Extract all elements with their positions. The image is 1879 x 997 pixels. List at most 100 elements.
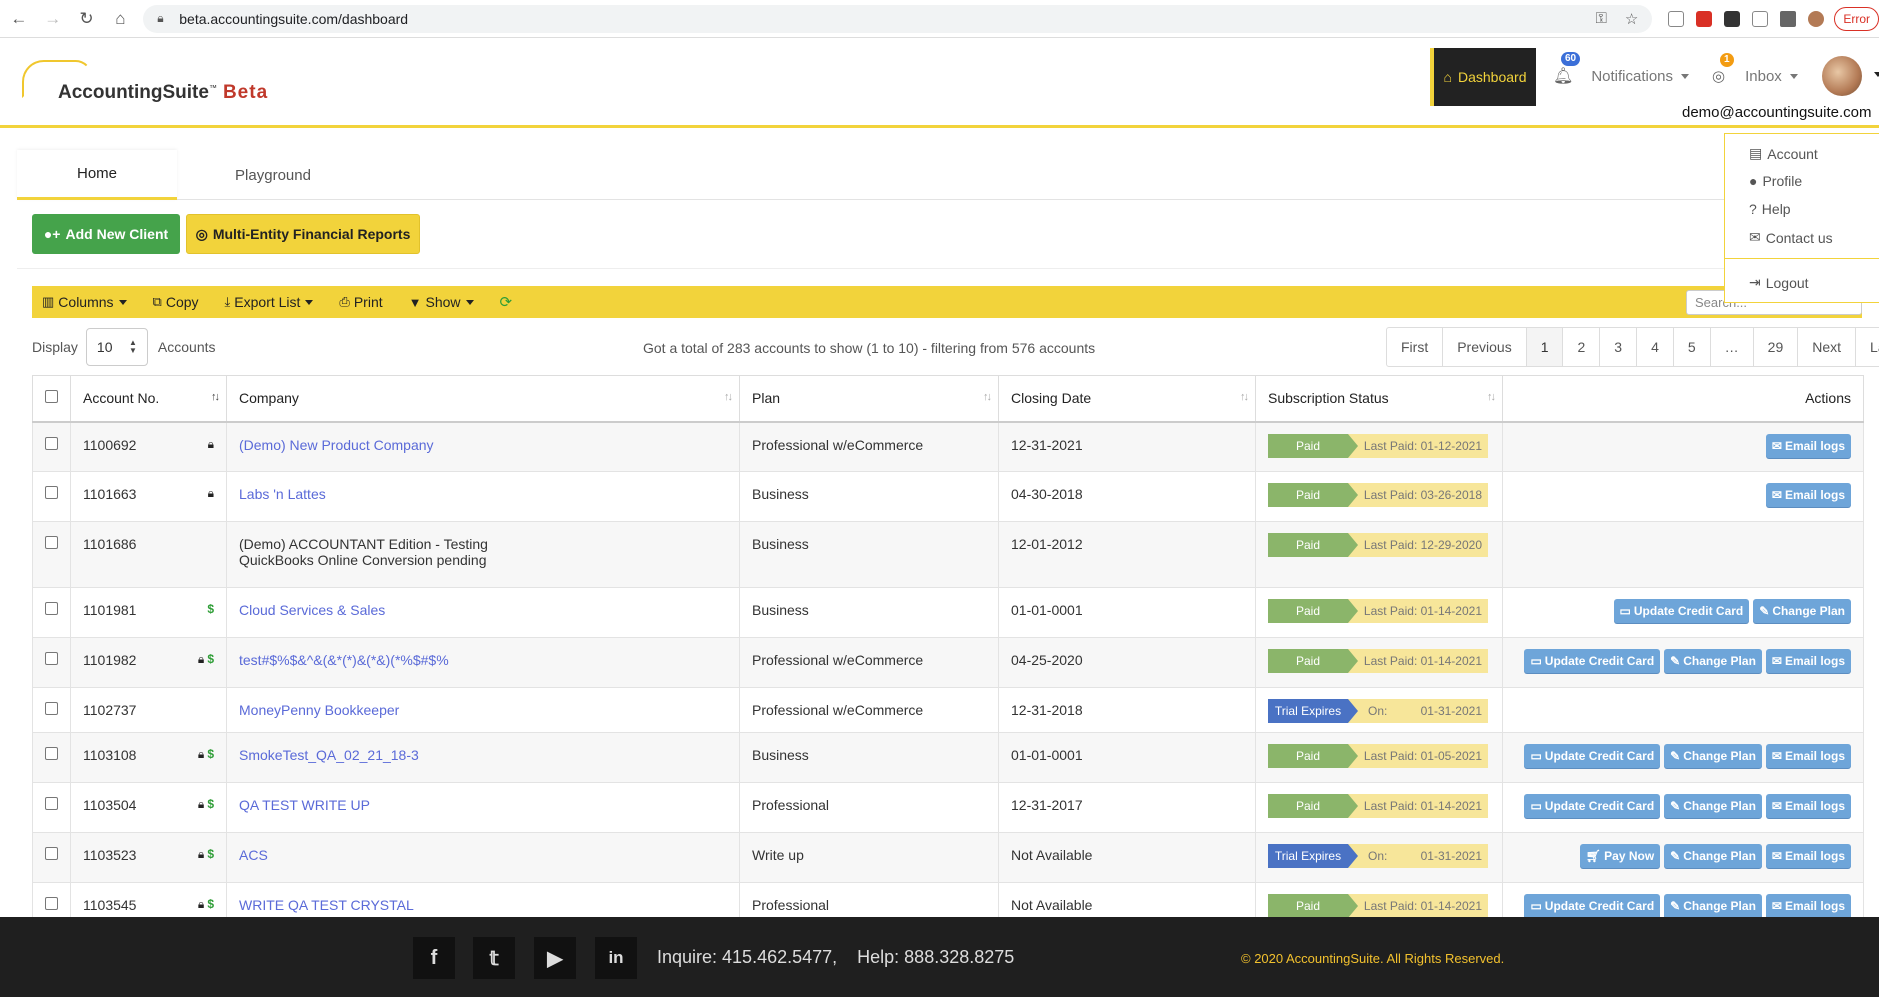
row-checkbox[interactable] (45, 747, 58, 760)
company-link[interactable]: Cloud Services & Sales (239, 602, 385, 618)
menu-item-contact[interactable]: ✉ Contact us (1749, 229, 1833, 246)
page-1[interactable]: 1 (1526, 328, 1564, 366)
brand-logo[interactable]: AccountingSuite™ Beta (22, 56, 267, 106)
page-first[interactable]: First (1387, 328, 1444, 366)
inbox-menu[interactable]: ◎ 1 Inbox (1712, 53, 1798, 88)
address-bar[interactable]: 🔒︎ beta.accountingsuite.com/dashboard ⚿ … (143, 4, 1653, 33)
key-icon[interactable]: ⚿ (1595, 10, 1606, 28)
company-link[interactable]: QA TEST WRITE UP (239, 797, 370, 813)
company-link[interactable]: WRITE QA TEST CRYSTAL (239, 897, 414, 913)
update-credit-card-button[interactable]: ▭ Update Credit Card (1524, 794, 1661, 818)
profile-avatar[interactable] (1808, 10, 1825, 27)
notifications-menu[interactable]: 🔔︎ 60 Notifications (1553, 52, 1690, 88)
row-checkbox[interactable] (45, 486, 58, 499)
pdf-extension-icon[interactable] (1752, 10, 1769, 27)
row-checkbox[interactable] (45, 847, 58, 860)
multi-entity-reports-button[interactable]: ◎ Multi-Entity Financial Reports (186, 214, 420, 254)
page-4[interactable]: 4 (1637, 328, 1674, 366)
page-3[interactable]: 3 (1600, 328, 1638, 366)
page-previous[interactable]: Previous (1443, 328, 1527, 366)
col-plan[interactable]: Plan ↑↓ (739, 375, 999, 423)
company-link[interactable]: SmokeTest_QA_02_21_18-3 (239, 747, 419, 763)
email-logs-button[interactable]: ✉ Email logs (1765, 744, 1851, 768)
col-subscription-status[interactable]: Subscription Status ↑↓ (1255, 375, 1503, 423)
company-link[interactable]: test#$%$&^&(&*(*)&(*&)(*%$#$% (239, 652, 449, 668)
update-credit-card-button[interactable]: ▭ Update Credit Card (1524, 649, 1661, 673)
add-new-client-button[interactable]: ●+ Add New Client (32, 214, 180, 254)
print-button[interactable]: ⎙ Print (339, 294, 382, 310)
change-plan-button[interactable]: ✎ Change Plan (1753, 599, 1851, 623)
update-credit-card-button[interactable]: ▭ Update Credit Card (1524, 744, 1661, 768)
change-plan-button[interactable]: ✎ Change Plan (1664, 894, 1762, 918)
table-row: 1103523 🔒︎ $ ACS Write up Not Available Trial … (32, 832, 1864, 883)
page-5[interactable]: 5 (1674, 328, 1711, 366)
sort-icon: ↑↓ (1487, 391, 1496, 403)
email-logs-button[interactable]: ✉ Email logs (1765, 483, 1851, 507)
linkedin-icon[interactable]: in (595, 937, 637, 979)
copy-button[interactable]: ⧉ Copy (153, 294, 199, 310)
brand-beta: Beta (222, 82, 269, 103)
refresh-icon[interactable]: ⟳ (500, 293, 513, 311)
reload-icon[interactable]: ↻ (78, 9, 96, 28)
home-icon[interactable]: ⌂ (111, 9, 129, 28)
twitter-icon[interactable]: 𝕥 (473, 937, 515, 979)
email-logs-button[interactable]: ✉ Email logs (1765, 433, 1851, 458)
change-plan-button[interactable]: ✎ Change Plan (1664, 649, 1762, 673)
change-plan-button[interactable]: ✎ Change Plan (1664, 794, 1762, 818)
company-link[interactable]: (Demo) New Product Company (239, 437, 434, 453)
row-checkbox[interactable] (45, 602, 58, 615)
credit-card-icon: ▭ (1530, 899, 1542, 913)
puzzle-icon[interactable] (1780, 10, 1797, 27)
back-icon[interactable]: ← (10, 9, 28, 28)
page-last[interactable]: Last (1856, 328, 1879, 366)
row-checkbox[interactable] (45, 436, 58, 450)
red-extension-icon[interactable] (1696, 10, 1713, 27)
menu-item-logout[interactable]: ⇥ Logout (1749, 274, 1809, 291)
row-checkbox[interactable] (45, 652, 58, 665)
email-logs-button[interactable]: ✉ Email logs (1765, 794, 1851, 818)
page-29[interactable]: 29 (1754, 328, 1799, 366)
select-all-checkbox[interactable] (45, 390, 58, 404)
translate-extension-icon[interactable] (1668, 10, 1685, 27)
company-link[interactable]: Labs 'n Lattes (239, 486, 326, 502)
dashboard-nav-button[interactable]: ⌂ Dashboard (1430, 48, 1536, 106)
page-size-select[interactable]: 10 ▲ ▼ (85, 328, 148, 366)
export-list-button[interactable]: ⤓ Export List (225, 294, 314, 310)
email-logs-button[interactable]: ✉ Email logs (1765, 649, 1851, 673)
menu-item-profile[interactable]: ● Profile (1749, 173, 1802, 189)
tab-home[interactable]: Home (17, 150, 177, 200)
chevron-down-icon[interactable] (1874, 72, 1879, 77)
company-link[interactable]: MoneyPenny Bookkeeper (239, 702, 399, 718)
page-next[interactable]: Next (1798, 328, 1857, 366)
col-closing-date[interactable]: Closing Date ↑↓ (998, 375, 1256, 423)
columns-button[interactable]: ▥ Columns (42, 294, 127, 310)
error-badge[interactable]: Error (1834, 6, 1879, 31)
change-plan-button[interactable]: ✎ Change Plan (1664, 744, 1762, 768)
update-credit-card-button[interactable]: ▭ Update Credit Card (1613, 599, 1750, 623)
show-button[interactable]: ▼ Show (409, 294, 474, 310)
col-account-no[interactable]: Account No. ↑↓ (70, 375, 227, 423)
account-flags: 🔒︎ (208, 486, 214, 501)
row-checkbox[interactable] (45, 897, 58, 910)
email-logs-button[interactable]: ✉ Email logs (1765, 844, 1851, 868)
tab-playground[interactable]: Playground (193, 150, 353, 200)
company-link[interactable]: ACS (239, 847, 268, 863)
update-credit-card-button[interactable]: ▭ Update Credit Card (1524, 894, 1661, 918)
row-checkbox[interactable] (45, 536, 58, 549)
row-checkbox[interactable] (45, 797, 58, 810)
facebook-icon[interactable]: f (413, 937, 455, 979)
pay-now-button[interactable]: 🛒︎ Pay Now (1579, 844, 1661, 868)
col-company[interactable]: Company ↑↓ (226, 375, 740, 423)
change-plan-button[interactable]: ✎ Change Plan (1664, 844, 1762, 868)
user-avatar[interactable] (1822, 56, 1862, 96)
forward-icon[interactable]: → (44, 9, 62, 28)
menu-item-help[interactable]: ? Help (1749, 201, 1791, 217)
inbox-icon: ◎ 1 (1712, 53, 1734, 85)
row-checkbox[interactable] (45, 702, 58, 715)
star-icon[interactable]: ☆ (1625, 10, 1638, 28)
dark-extension-icon[interactable] (1724, 10, 1741, 27)
menu-item-account[interactable]: ▤ Account (1749, 145, 1818, 162)
youtube-icon[interactable]: ▶ (534, 937, 576, 979)
page-2[interactable]: 2 (1563, 328, 1601, 366)
email-logs-button[interactable]: ✉ Email logs (1765, 894, 1851, 918)
